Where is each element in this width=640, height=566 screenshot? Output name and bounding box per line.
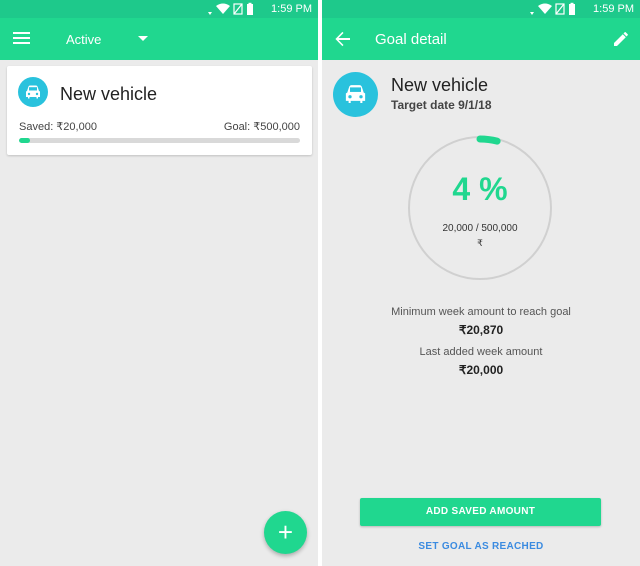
goals-list-screen: 1:59 PM Active New vehicle Saved: ₹20,00… [0, 0, 318, 566]
battery-icon [569, 4, 575, 15]
status-time: 1:59 PM [593, 3, 634, 15]
progress-ring-graphic [407, 135, 553, 281]
status-time: 1:59 PM [271, 3, 312, 15]
goal-title: New vehicle [60, 84, 158, 104]
goal-avatar [333, 72, 378, 117]
signal-small-icon [208, 12, 212, 15]
currency-symbol: ₹ [477, 238, 483, 248]
goal-card[interactable]: New vehicle Saved: ₹20,000 Goal: ₹500,00… [7, 66, 312, 155]
add-saved-amount-button[interactable]: ADD SAVED AMOUNT [360, 498, 601, 526]
wifi-icon [216, 3, 230, 14]
back-arrow-icon[interactable] [335, 31, 351, 47]
status-icons [208, 2, 253, 15]
goal-title: New vehicle [391, 75, 489, 95]
wifi-icon [538, 3, 552, 14]
signal-small-icon [530, 12, 534, 15]
goal-progress-bar [19, 138, 300, 143]
last-week-value: ₹20,000 [458, 363, 504, 377]
progress-ring: 4 % 20,000 / 500,000 ₹ [407, 135, 553, 281]
saved-amount: Saved: ₹20,000 [19, 121, 97, 133]
app-bar: Active [0, 18, 318, 60]
target-date: Target date 9/1/18 [391, 98, 492, 112]
filter-dropdown[interactable]: Active [60, 18, 160, 60]
filter-label: Active [66, 32, 102, 47]
car-icon [345, 85, 366, 103]
status-icons [530, 2, 575, 15]
set-goal-reached-button[interactable]: SET GOAL AS REACHED [322, 541, 640, 552]
goal-detail-screen: 1:59 PM Goal detail New vehicle Target d… [322, 0, 640, 566]
edit-pencil-icon[interactable] [613, 31, 629, 47]
battery-icon [247, 4, 253, 15]
add-goal-button[interactable]: + [264, 511, 307, 554]
status-bar: 1:59 PM [322, 0, 640, 18]
last-week-label: Last added week amount [419, 346, 543, 358]
menu-icon[interactable] [13, 31, 30, 45]
progress-amount: 20,000 / 500,000 [442, 223, 518, 234]
goal-avatar [18, 77, 48, 107]
page-title: Goal detail [375, 31, 447, 48]
status-bar: 1:59 PM [0, 0, 318, 18]
progress-percent: 4 % [452, 171, 508, 207]
app-bar: Goal detail [322, 18, 640, 60]
goal-progress-fill [19, 138, 31, 143]
goal-amount: Goal: ₹500,000 [223, 121, 300, 133]
min-week-value: ₹20,870 [458, 323, 504, 337]
add-icon: + [277, 517, 294, 547]
progress-ring-arc [407, 135, 553, 281]
car-icon [26, 85, 40, 99]
min-week-label: Minimum week amount to reach goal [391, 306, 571, 318]
dropdown-arrow-icon [138, 36, 148, 41]
